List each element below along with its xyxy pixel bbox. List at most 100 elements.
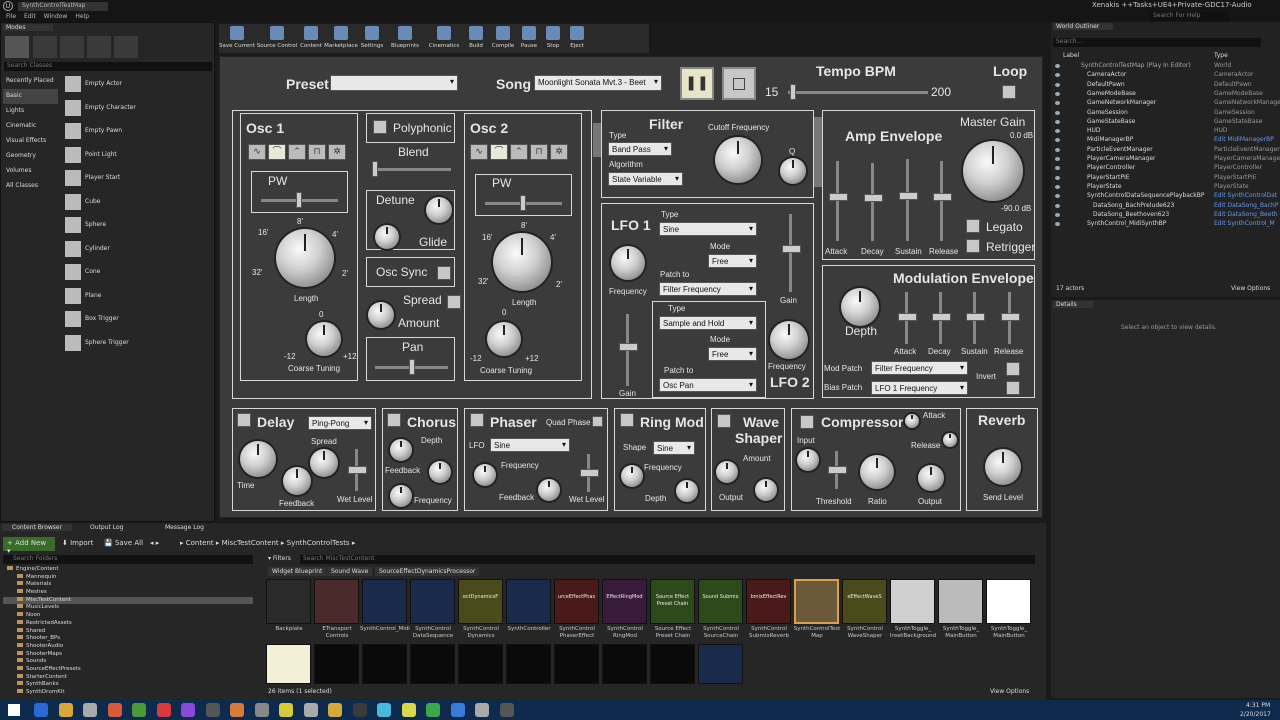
osc1-noise-wave-button[interactable]: ✲	[328, 144, 346, 160]
eye-icon[interactable]	[1055, 91, 1060, 96]
folder-item[interactable]: Shared	[3, 627, 253, 636]
class-item[interactable]: Cone	[61, 262, 213, 286]
outliner-row[interactable]: ParticleEventManager ParticleEventManager	[1051, 146, 1280, 155]
ringmod-shape-dropdown[interactable]: Sine	[653, 441, 695, 455]
mod-release-slider[interactable]	[1001, 292, 1020, 344]
filter-chip[interactable]: Widget Blueprint	[268, 567, 327, 576]
eye-icon[interactable]	[1055, 175, 1060, 180]
map-tab[interactable]: SynthControlTestMap	[18, 2, 108, 11]
tab-message-log[interactable]: Message Log	[155, 524, 225, 531]
lfo1-gain-slider[interactable]	[782, 214, 801, 292]
osc1-pw-thumb[interactable]	[296, 192, 302, 208]
compressor-checkbox[interactable]	[800, 415, 814, 429]
mod-sustain-slider[interactable]	[966, 292, 985, 344]
invert-bias-checkbox[interactable]	[1006, 381, 1020, 395]
folder-item[interactable]: Shooter_BPs	[3, 635, 253, 643]
osc2-sine-wave-button[interactable]: ∿	[470, 144, 488, 160]
taskbar-app-icon[interactable]	[254, 703, 269, 717]
spread-amount-knob[interactable]	[368, 302, 394, 328]
compressor-output-knob[interactable]	[918, 465, 944, 491]
delay-checkbox[interactable]	[237, 413, 251, 427]
asset-tile[interactable]	[890, 579, 935, 624]
outliner-row[interactable]: GameNetworkManager GameNetworkManager	[1051, 99, 1280, 108]
reverb-send-knob[interactable]	[985, 449, 1021, 485]
asset-tile[interactable]: EffectRingMod	[602, 579, 647, 624]
eye-icon[interactable]	[1055, 110, 1060, 115]
eye-icon[interactable]	[1055, 157, 1060, 161]
menu-help[interactable]: Help	[75, 13, 89, 22]
phaser-lfo-dropdown[interactable]: Sine	[490, 438, 570, 452]
geometry-mode-icon[interactable]	[114, 36, 138, 58]
compressor-release-knob[interactable]	[943, 433, 957, 447]
threshold-slider[interactable]	[828, 451, 847, 489]
delay-mode-dropdown[interactable]: Ping-Pong	[308, 416, 372, 430]
master-gain-knob[interactable]	[963, 141, 1023, 201]
outliner-row[interactable]: HUD HUD	[1051, 127, 1280, 136]
bias-patch-dropdown[interactable]: LFO 1 Frequency	[871, 381, 968, 395]
folder-item[interactable]: ShooterAudio	[3, 642, 253, 651]
depth-knob[interactable]	[841, 288, 879, 326]
taskbar-app-icon[interactable]	[328, 703, 342, 717]
folder-item[interactable]: SynthBanks	[3, 681, 253, 689]
toolbar-button[interactable]: Blueprints	[385, 24, 425, 53]
place-mode-icon[interactable]	[5, 36, 29, 58]
amp-decay-slider[interactable]	[864, 163, 883, 241]
class-item[interactable]: Empty Character	[61, 98, 213, 122]
eye-icon[interactable]	[1055, 184, 1060, 189]
osc2-noise-wave-button[interactable]: ✲	[550, 144, 568, 160]
category-item[interactable]: Visual Effects	[3, 134, 58, 149]
compressor-attack-knob[interactable]	[905, 414, 919, 428]
class-search[interactable]: Search Classes	[4, 62, 212, 71]
quad-phase-checkbox[interactable]	[592, 416, 603, 427]
taskbar-app-icon[interactable]	[181, 703, 195, 717]
mod-decay-slider[interactable]	[932, 292, 951, 344]
taskbar-app-icon[interactable]	[107, 703, 122, 717]
osc1-sine-wave-button[interactable]: ∿	[248, 144, 266, 160]
asset-tile[interactable]: bmixEffectRev	[746, 579, 791, 624]
asset-tile[interactable]	[554, 644, 599, 684]
chorus-checkbox[interactable]	[387, 413, 401, 427]
folder-item[interactable]: Mannequin	[3, 573, 253, 582]
content-view-options[interactable]: View Options	[990, 688, 1029, 695]
pan-thumb[interactable]	[409, 359, 415, 375]
outliner-row[interactable]: DefaultPawn DefaultPawn	[1051, 81, 1280, 90]
stop-button[interactable]	[722, 67, 756, 100]
help-search[interactable]: Search For Help	[1150, 12, 1230, 21]
nav-back-icon[interactable]: ◂ ▸	[150, 539, 159, 547]
breadcrumb-item[interactable]: Content	[186, 539, 214, 547]
chorus-feedback-knob[interactable]	[429, 461, 451, 483]
outliner-row[interactable]: SynthControl_MidiSynthBP Edit SynthContro…	[1051, 220, 1280, 229]
eye-icon[interactable]	[1055, 222, 1060, 227]
asset-tile[interactable]	[314, 644, 359, 684]
toolbar-button[interactable]: Content	[299, 24, 323, 53]
asset-tile[interactable]	[410, 579, 455, 624]
details-tab[interactable]: Details	[1053, 301, 1093, 308]
osc2-coarse-knob[interactable]	[487, 322, 521, 356]
asset-tile[interactable]	[458, 644, 503, 684]
menu-file[interactable]: File	[6, 13, 16, 22]
osc2-saw-wave-button[interactable]: ⌒	[490, 144, 508, 160]
foliage-mode-icon[interactable]	[87, 36, 111, 58]
outliner-tab[interactable]: World Outliner	[1053, 23, 1113, 30]
outliner-row[interactable]: CameraActor CameraActor	[1051, 71, 1280, 80]
breadcrumb-item[interactable]: SynthControlTests	[287, 539, 350, 547]
eye-icon[interactable]	[1055, 73, 1060, 78]
class-item[interactable]: Empty Actor	[61, 74, 213, 98]
folder-item[interactable]: Noon	[3, 612, 253, 620]
menu-edit[interactable]: Edit	[24, 13, 36, 22]
category-item[interactable]: Recently Placed	[3, 74, 58, 89]
outliner-row[interactable]: SynthControlTestMap (Play In Editor) Worl…	[1051, 62, 1280, 71]
phaser-wet-slider[interactable]	[580, 454, 599, 492]
delay-wet-slider[interactable]	[348, 449, 367, 491]
outliner-row[interactable]: DataSong_Beethoven623 Edit DataSong_Beeth	[1051, 211, 1280, 220]
taskbar-app-icon[interactable]	[499, 703, 514, 717]
asset-tile[interactable]: ectDynamicsF	[458, 579, 503, 624]
asset-tile[interactable]	[266, 579, 311, 624]
asset-tile[interactable]	[938, 579, 983, 624]
waveshaper-amount-knob[interactable]	[716, 461, 738, 483]
polyphonic-checkbox[interactable]	[373, 120, 387, 134]
blend-slider[interactable]	[373, 168, 451, 171]
asset-tile[interactable]	[602, 644, 647, 684]
taskbar-app-icon[interactable]	[352, 703, 367, 717]
breadcrumb-item[interactable]: MiscTestContent	[222, 539, 279, 547]
